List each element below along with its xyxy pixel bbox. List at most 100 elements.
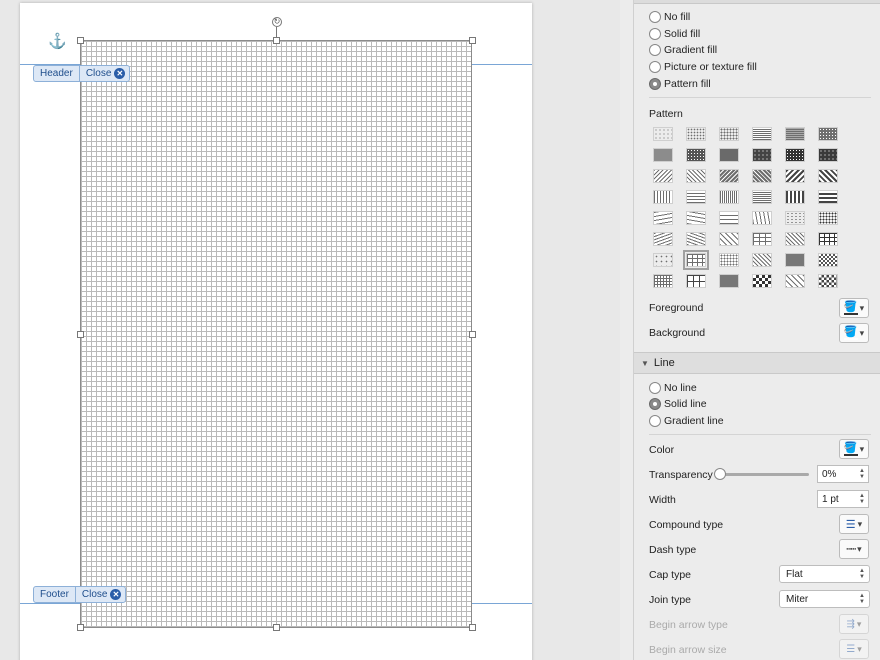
pattern-swatch[interactable] bbox=[785, 169, 805, 183]
radio-indicator bbox=[649, 415, 661, 427]
radio-gradient-line[interactable]: Gradient line bbox=[649, 415, 724, 427]
pattern-swatch[interactable] bbox=[752, 274, 772, 288]
pattern-filled-shape[interactable] bbox=[80, 40, 472, 628]
pattern-swatch[interactable] bbox=[719, 190, 739, 204]
line-color-button[interactable]: 🪣 ▾ bbox=[839, 439, 869, 459]
pattern-swatch[interactable] bbox=[686, 148, 706, 162]
foreground-color-button[interactable]: 🪣 ▾ bbox=[839, 298, 869, 318]
resize-handle-bottom-right[interactable] bbox=[469, 624, 476, 631]
pattern-swatch[interactable] bbox=[818, 190, 838, 204]
pattern-swatch[interactable] bbox=[752, 169, 772, 183]
pattern-swatch[interactable] bbox=[719, 253, 739, 267]
pattern-swatch[interactable] bbox=[686, 169, 706, 183]
resize-handle-bottom-left[interactable] bbox=[77, 624, 84, 631]
pattern-swatch[interactable] bbox=[785, 211, 805, 225]
radio-solid-fill[interactable]: Solid fill bbox=[649, 28, 700, 40]
pattern-swatch[interactable] bbox=[653, 169, 673, 183]
pattern-swatch[interactable] bbox=[686, 211, 706, 225]
pattern-swatch[interactable] bbox=[818, 127, 838, 141]
radio-pattern-fill[interactable]: Pattern fill bbox=[649, 78, 711, 90]
paint-bucket-icon: 🪣 bbox=[843, 325, 858, 340]
pattern-gallery bbox=[653, 127, 843, 288]
arrow-lines-icon: ⇶ bbox=[846, 618, 855, 630]
chevron-down-icon: ▾ bbox=[857, 518, 863, 529]
pattern-swatch[interactable] bbox=[785, 232, 805, 246]
pattern-swatch[interactable] bbox=[719, 232, 739, 246]
pattern-swatch[interactable] bbox=[686, 127, 706, 141]
width-stepper[interactable]: 1 pt ▲ ▼ bbox=[817, 490, 869, 508]
resize-handle-top-right[interactable] bbox=[469, 37, 476, 44]
pattern-swatch[interactable] bbox=[653, 148, 673, 162]
background-color-button[interactable]: 🪣 ▾ bbox=[839, 323, 869, 343]
pattern-swatch[interactable] bbox=[752, 232, 772, 246]
pattern-swatch[interactable] bbox=[818, 148, 838, 162]
pattern-swatch[interactable] bbox=[818, 211, 838, 225]
stepper-arrows-icon[interactable]: ▲ ▼ bbox=[859, 468, 865, 480]
compound-type-label: Compound type bbox=[649, 519, 724, 531]
pattern-swatch[interactable] bbox=[818, 253, 838, 267]
pattern-swatch[interactable] bbox=[785, 190, 805, 204]
pattern-swatch[interactable] bbox=[785, 253, 805, 267]
pattern-swatch[interactable] bbox=[653, 232, 673, 246]
cap-type-select[interactable]: Flat ▲ ▼ bbox=[779, 565, 870, 583]
begin-arrow-type-button[interactable]: ⇶ ▾ bbox=[839, 614, 869, 634]
pattern-swatch[interactable] bbox=[653, 127, 673, 141]
pattern-swatch[interactable] bbox=[653, 253, 673, 267]
radio-picture-texture-fill[interactable]: Picture or texture fill bbox=[649, 61, 757, 73]
pattern-swatch[interactable] bbox=[653, 211, 673, 225]
pattern-swatch[interactable] bbox=[719, 274, 739, 288]
pattern-swatch[interactable] bbox=[818, 169, 838, 183]
line-section-header[interactable]: ▼ Line bbox=[634, 352, 880, 374]
radio-no-fill[interactable]: No fill bbox=[649, 11, 690, 23]
pattern-swatch[interactable] bbox=[752, 127, 772, 141]
compound-type-button[interactable]: ☰ ▾ bbox=[839, 514, 869, 534]
pattern-swatch[interactable] bbox=[719, 211, 739, 225]
background-label: Background bbox=[649, 327, 706, 339]
radio-solid-line[interactable]: Solid line bbox=[649, 398, 707, 410]
pattern-swatch[interactable] bbox=[686, 190, 706, 204]
resize-handle-right[interactable] bbox=[469, 331, 476, 338]
rotate-handle-icon[interactable]: ↻ bbox=[272, 17, 282, 27]
radio-gradient-fill[interactable]: Gradient fill bbox=[649, 44, 717, 56]
resize-handle-top-left[interactable] bbox=[77, 37, 84, 44]
arrow-size-icon: ☰ bbox=[846, 643, 856, 655]
radio-label: Solid line bbox=[664, 398, 707, 410]
pattern-swatch[interactable] bbox=[818, 232, 838, 246]
stepper-arrows-icon[interactable]: ▲ ▼ bbox=[859, 493, 865, 505]
footer-close-button[interactable]: Close ✕ bbox=[76, 589, 126, 600]
anchor-icon[interactable]: ⚓ bbox=[48, 32, 67, 50]
pattern-swatch[interactable] bbox=[719, 127, 739, 141]
pattern-swatch[interactable] bbox=[653, 190, 673, 204]
begin-arrow-size-label: Begin arrow size bbox=[649, 644, 727, 656]
header-close-button[interactable]: Close ✕ bbox=[80, 68, 130, 79]
pattern-swatch[interactable] bbox=[653, 274, 673, 288]
resize-handle-left[interactable] bbox=[77, 331, 84, 338]
pattern-swatch[interactable] bbox=[785, 127, 805, 141]
pattern-swatch[interactable] bbox=[785, 148, 805, 162]
pattern-swatch[interactable] bbox=[752, 253, 772, 267]
transparency-slider-track[interactable] bbox=[719, 473, 809, 476]
transparency-slider-knob[interactable] bbox=[714, 468, 726, 480]
pattern-swatch[interactable] bbox=[719, 169, 739, 183]
radio-indicator bbox=[649, 11, 661, 23]
pattern-swatch[interactable] bbox=[686, 274, 706, 288]
dash-lines-icon: ┅┅ bbox=[846, 543, 856, 554]
resize-handle-top[interactable] bbox=[273, 37, 280, 44]
radio-no-line[interactable]: No line bbox=[649, 382, 697, 394]
dash-type-button[interactable]: ┅┅ ▾ bbox=[839, 539, 869, 559]
begin-arrow-size-button[interactable]: ☰ ▾ bbox=[839, 639, 869, 659]
join-type-select[interactable]: Miter ▲ ▼ bbox=[779, 590, 870, 608]
pattern-swatch[interactable] bbox=[818, 274, 838, 288]
transparency-stepper[interactable]: 0% ▲ ▼ bbox=[817, 465, 869, 483]
pattern-swatch[interactable] bbox=[686, 232, 706, 246]
pattern-swatch[interactable] bbox=[752, 148, 772, 162]
pattern-swatch[interactable] bbox=[683, 250, 709, 270]
chevron-down-icon: ▾ bbox=[859, 443, 865, 454]
pattern-swatch[interactable] bbox=[752, 190, 772, 204]
radio-label: No fill bbox=[664, 11, 691, 23]
resize-handle-bottom[interactable] bbox=[273, 624, 280, 631]
pattern-swatch[interactable] bbox=[752, 211, 772, 225]
pattern-swatch[interactable] bbox=[719, 148, 739, 162]
radio-label: Pattern fill bbox=[664, 78, 711, 90]
pattern-swatch[interactable] bbox=[785, 274, 805, 288]
